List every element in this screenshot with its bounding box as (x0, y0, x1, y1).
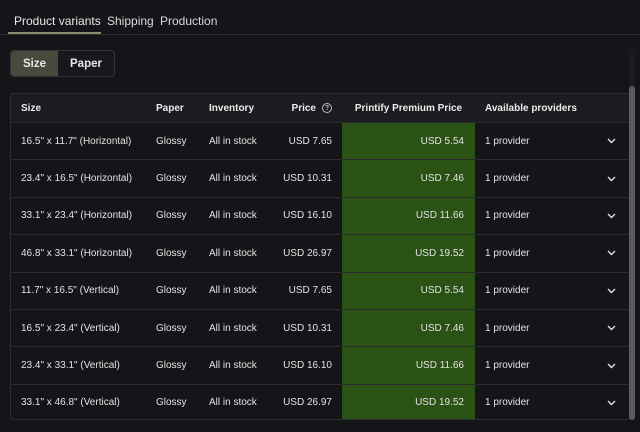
premium-price-cell: USD 5.54 (420, 285, 464, 297)
size-toggle-button[interactable]: Size (11, 51, 58, 76)
inventory-cell: All in stock (209, 247, 257, 259)
providers-cell: 1 provider (485, 247, 530, 259)
table-row[interactable]: 46.8" x 33.1" (Horizontal) Glossy All in s… (11, 235, 629, 273)
chevron-down-icon[interactable] (603, 123, 619, 159)
inventory-cell: All in stock (209, 210, 257, 222)
providers-cell: 1 provider (485, 360, 530, 372)
inventory-cell: All in stock (209, 397, 257, 409)
paper-cell: Glossy (156, 285, 187, 297)
price-cell: USD 10.31 (283, 173, 332, 185)
providers-cell: 1 provider (485, 285, 530, 297)
premium-price-cell: USD 19.52 (415, 247, 464, 259)
info-icon[interactable]: ? (322, 103, 332, 113)
size-cell: 33.1" x 23.4" (Horizontal) (21, 210, 133, 222)
size-paper-toggle: Size Paper (10, 50, 115, 77)
paper-cell: Glossy (156, 360, 187, 372)
premium-price-cell: USD 19.52 (415, 397, 464, 409)
header-price-cell: Price ? (271, 94, 332, 122)
inventory-cell: All in stock (209, 285, 257, 297)
chevron-down-icon[interactable] (603, 347, 619, 383)
table-row[interactable]: 23.4" x 16.5" (Horizontal) Glossy All in s… (11, 160, 629, 198)
price-cell: USD 7.65 (288, 285, 332, 297)
inventory-cell: All in stock (209, 173, 257, 185)
paper-cell: Glossy (156, 135, 187, 147)
table-row[interactable]: 33.1" x 23.4" (Horizontal) Glossy All in s… (11, 198, 629, 236)
size-cell: 11.7" x 16.5" (Vertical) (21, 285, 120, 297)
size-cell: 23.4" x 16.5" (Horizontal) (21, 173, 133, 185)
providers-cell: 1 provider (485, 322, 530, 334)
paper-cell: Glossy (156, 210, 187, 222)
variants-panel: Product variants Shipping Production Siz… (0, 0, 640, 432)
paper-toggle-button[interactable]: Paper (58, 51, 114, 76)
size-cell: 16.5" x 23.4" (Vertical) (21, 322, 120, 334)
price-cell: USD 16.10 (283, 360, 332, 372)
price-cell: USD 26.97 (283, 397, 332, 409)
price-cell: USD 7.65 (288, 135, 332, 147)
chevron-down-icon[interactable] (603, 235, 619, 271)
premium-price-cell: USD 7.46 (420, 173, 464, 185)
table-row[interactable]: 23.4" x 33.1" (Vertical) Glossy All in sto… (11, 347, 629, 385)
size-cell: 23.4" x 33.1" (Vertical) (21, 360, 120, 372)
size-cell: 33.1" x 46.8" (Vertical) (21, 397, 120, 409)
variants-table: Size Paper Inventory Price ? Printify Pr… (10, 93, 630, 420)
paper-cell: Glossy (156, 322, 187, 334)
header-size: Size (21, 102, 42, 114)
premium-price-cell: USD 5.54 (420, 135, 464, 147)
size-cell: 46.8" x 33.1" (Horizontal) (21, 247, 133, 259)
header-available-providers: Available providers (485, 102, 577, 114)
paper-cell: Glossy (156, 247, 187, 259)
price-cell: USD 10.31 (283, 322, 332, 334)
scrollbar-thumb[interactable] (629, 86, 635, 420)
chevron-down-icon[interactable] (603, 198, 619, 234)
tab-product-variants[interactable]: Product variants (14, 14, 101, 28)
paper-cell: Glossy (156, 397, 187, 409)
providers-cell: 1 provider (485, 173, 530, 185)
size-cell: 16.5" x 11.7" (Horizontal) (21, 135, 132, 147)
header-premium-price: Printify Premium Price (354, 102, 463, 114)
chevron-down-icon[interactable] (603, 160, 619, 196)
header-paper: Paper (156, 102, 184, 114)
premium-price-cell: USD 11.66 (415, 210, 464, 222)
premium-price-cell: USD 7.46 (420, 322, 464, 334)
chevron-down-icon[interactable] (603, 310, 619, 346)
chevron-down-icon[interactable] (603, 385, 619, 419)
tab-production[interactable]: Production (160, 14, 217, 28)
header-inventory: Inventory (209, 102, 255, 114)
providers-cell: 1 provider (485, 135, 530, 147)
providers-cell: 1 provider (485, 210, 530, 222)
inventory-cell: All in stock (209, 135, 257, 147)
inventory-cell: All in stock (209, 322, 257, 334)
premium-price-cell: USD 11.66 (415, 360, 464, 372)
table-row[interactable]: 11.7" x 16.5" (Vertical) Glossy All in sto… (11, 273, 629, 310)
active-tab-indicator (8, 32, 101, 34)
table-row[interactable]: 33.1" x 46.8" (Vertical) Glossy All in sto… (11, 385, 629, 419)
tab-shipping[interactable]: Shipping (107, 14, 154, 28)
providers-cell: 1 provider (485, 397, 530, 409)
price-cell: USD 26.97 (283, 247, 332, 259)
chevron-down-icon[interactable] (603, 273, 619, 309)
header-price: Price (291, 102, 316, 114)
table-row[interactable]: 16.5" x 23.4" (Vertical) Glossy All in sto… (11, 310, 629, 348)
table-row[interactable]: 16.5" x 11.7" (Horizontal) Glossy All in s… (11, 123, 629, 161)
inventory-cell: All in stock (209, 360, 257, 372)
paper-cell: Glossy (156, 173, 187, 185)
table-header: Size Paper Inventory Price ? Printify Pr… (11, 94, 629, 123)
price-cell: USD 16.10 (283, 210, 332, 222)
tab-bar: Product variants Shipping Production (0, 0, 640, 35)
